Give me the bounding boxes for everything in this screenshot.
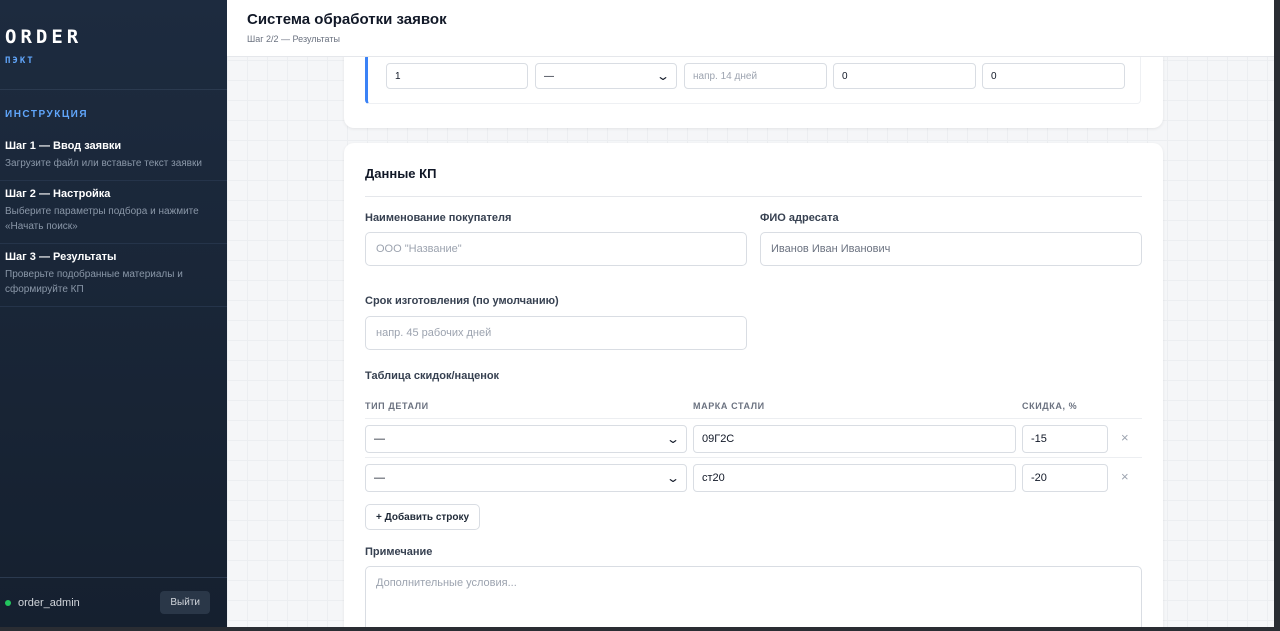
sidebar: ORDER ПЭКТ ИНСТРУКЦИЯ Шаг 1 — Ввод заявк… <box>0 0 227 627</box>
brand-logo: ORDER <box>5 26 83 48</box>
logout-button[interactable]: Выйти <box>160 591 210 614</box>
note-label: Примечание <box>365 546 433 558</box>
quantity-input[interactable]: 1 <box>386 63 528 89</box>
brand-subtitle: ПЭКТ <box>5 56 35 66</box>
brand: ORDER ПЭКТ <box>0 0 227 90</box>
section-title: Данные КП <box>365 166 437 181</box>
main-content: Система обработки заявок Шаг 2/2 — Резул… <box>227 0 1274 627</box>
step-description: Выберите параметры подбора и нажмите «На… <box>5 206 199 232</box>
buyer-label: Наименование покупателя <box>365 212 512 224</box>
app-window: ORDER ПЭКТ ИНСТРУКЦИЯ Шаг 1 — Ввод заявк… <box>0 0 1274 627</box>
breadcrumb: Шаг 2/2 — Результаты <box>247 34 340 44</box>
lead-time-input[interactable]: напр. 14 дней <box>684 63 827 89</box>
instruction-step-3: Шаг 3 — Результаты Проверьте подобранные… <box>0 251 227 307</box>
discount-input[interactable]: -20 <box>1022 464 1108 492</box>
position-select[interactable]: — ⌄ <box>535 63 677 89</box>
step-title: Шаг 3 — Результаты <box>5 251 117 263</box>
page-title: Система обработки заявок <box>247 11 447 28</box>
buyer-input[interactable]: ООО "Название" <box>365 232 747 266</box>
column-header-steel-grade: МАРКА СТАЛИ <box>693 401 765 411</box>
select-value: — <box>374 433 385 445</box>
table-row-divider <box>365 457 1142 458</box>
step-title: Шаг 1 — Ввод заявки <box>5 140 122 152</box>
sidebar-footer: order_admin Выйти <box>0 577 227 627</box>
chevron-down-icon: ⌄ <box>655 69 671 83</box>
part-type-select[interactable]: — ⌄ <box>365 425 687 453</box>
default-lead-time-input[interactable]: напр. 45 рабочих дней <box>365 316 747 350</box>
column-header-discount: СКИДКА, % <box>1022 401 1078 411</box>
kp-data-card: Данные КП Наименование покупателя ООО "Н… <box>344 143 1163 627</box>
online-status-icon <box>5 599 11 606</box>
step-description: Загрузите файл или вставьте текст заявки <box>5 158 202 169</box>
addressee-input[interactable]: Иванов Иван Иванович <box>760 232 1142 266</box>
note-textarea[interactable]: Дополнительные условия... <box>365 566 1142 627</box>
discount-input[interactable]: -15 <box>1022 425 1108 453</box>
instructions-header: ИНСТРУКЦИЯ <box>5 109 89 120</box>
discount-table-title: Таблица скидок/наценок <box>365 370 500 382</box>
instruction-step-2: Шаг 2 — Настройка Выберите параметры под… <box>0 188 227 244</box>
select-value: — <box>374 472 385 484</box>
position-row: 1 — ⌄ напр. 14 дней 0 0 <box>365 54 1141 104</box>
instruction-step-1: Шаг 1 — Ввод заявки Загрузите файл или в… <box>0 140 227 181</box>
steel-grade-input[interactable]: ст20 <box>693 464 1016 492</box>
remove-row-icon[interactable]: × <box>1121 430 1129 445</box>
divider <box>365 196 1142 197</box>
user-name: order_admin <box>18 596 80 609</box>
position-field-4[interactable]: 0 <box>833 63 976 89</box>
position-field-5[interactable]: 0 <box>982 63 1125 89</box>
page-header: Система обработки заявок Шаг 2/2 — Резул… <box>227 0 1274 57</box>
chevron-down-icon: ⌄ <box>665 432 681 446</box>
table-header-divider <box>365 418 1142 419</box>
column-header-part-type: ТИП ДЕТАЛИ <box>365 401 429 411</box>
add-row-button[interactable]: + Добавить строку <box>365 504 481 530</box>
select-value: — <box>544 70 554 82</box>
steel-grade-input[interactable]: 09Г2С <box>693 425 1016 453</box>
lead-time-label: Срок изготовления (по умолчанию) <box>365 295 559 307</box>
remove-row-icon[interactable]: × <box>1121 469 1129 484</box>
step-title: Шаг 2 — Настройка <box>5 188 111 200</box>
step-description: Проверьте подобранные материалы и сформи… <box>5 269 183 295</box>
part-type-select[interactable]: — ⌄ <box>365 464 687 492</box>
chevron-down-icon: ⌄ <box>665 471 681 485</box>
addressee-label: ФИО адресата <box>760 212 839 224</box>
